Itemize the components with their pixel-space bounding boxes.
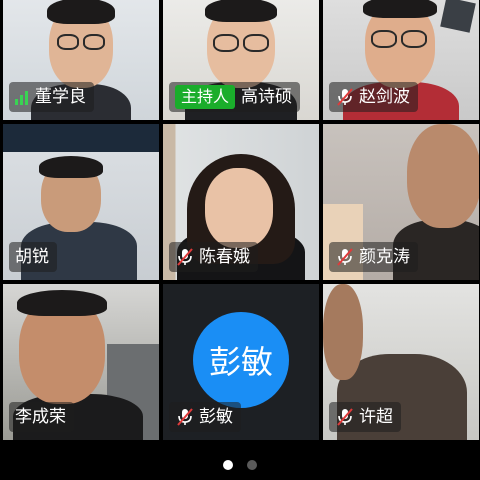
- page-indicator: [0, 458, 480, 472]
- participant-tile-4[interactable]: 陈春娥: [163, 124, 319, 280]
- participant-tile-7[interactable]: 彭敏 彭敏: [163, 284, 319, 440]
- participant-name: 彭敏: [199, 407, 233, 427]
- participant-tile-8[interactable]: 许超: [323, 284, 479, 440]
- signal-strength-icon: [15, 89, 30, 105]
- participant-label: 董学良: [9, 82, 94, 112]
- page-dot-1[interactable]: [223, 460, 233, 470]
- mic-muted-icon: [177, 408, 193, 426]
- participant-tile-5[interactable]: 颜克涛: [323, 124, 479, 280]
- mic-muted-icon: [337, 408, 353, 426]
- participant-tile-2[interactable]: 赵剑波: [323, 0, 479, 120]
- participant-name: 董学良: [35, 87, 86, 107]
- participant-name: 胡锐: [15, 247, 49, 267]
- mic-muted-icon: [337, 88, 353, 106]
- participant-name: 许超: [359, 407, 393, 427]
- mic-muted-icon: [177, 248, 193, 266]
- participant-tile-3[interactable]: 胡锐: [3, 124, 159, 280]
- participant-label: 彭敏: [169, 402, 241, 432]
- participant-label: 李成荣: [9, 402, 74, 432]
- participant-label: 颜克涛: [329, 242, 418, 272]
- participant-tile-6[interactable]: 李成荣: [3, 284, 159, 440]
- mic-muted-icon: [337, 248, 353, 266]
- participant-label: 许超: [329, 402, 401, 432]
- video-grid: 董学良 主持人 高诗硕 赵剑波 胡锐 陈春娥 颜克涛 李成荣 彭敏 彭敏 许超: [0, 0, 480, 440]
- participant-label: 陈春娥: [169, 242, 258, 272]
- page-dot-2[interactable]: [247, 460, 257, 470]
- participant-name: 李成荣: [15, 407, 66, 427]
- participant-label: 主持人 高诗硕: [169, 82, 301, 112]
- participant-name: 颜克涛: [359, 247, 410, 267]
- participant-name: 高诗硕: [241, 87, 293, 107]
- participant-label: 赵剑波: [329, 82, 418, 112]
- participant-name: 赵剑波: [359, 87, 410, 107]
- host-badge: 主持人: [175, 85, 236, 109]
- participant-tile-1[interactable]: 主持人 高诗硕: [163, 0, 319, 120]
- participant-name: 陈春娥: [199, 247, 250, 267]
- avatar: 彭敏: [193, 312, 289, 408]
- participant-label: 胡锐: [9, 242, 57, 272]
- participant-tile-0[interactable]: 董学良: [3, 0, 159, 120]
